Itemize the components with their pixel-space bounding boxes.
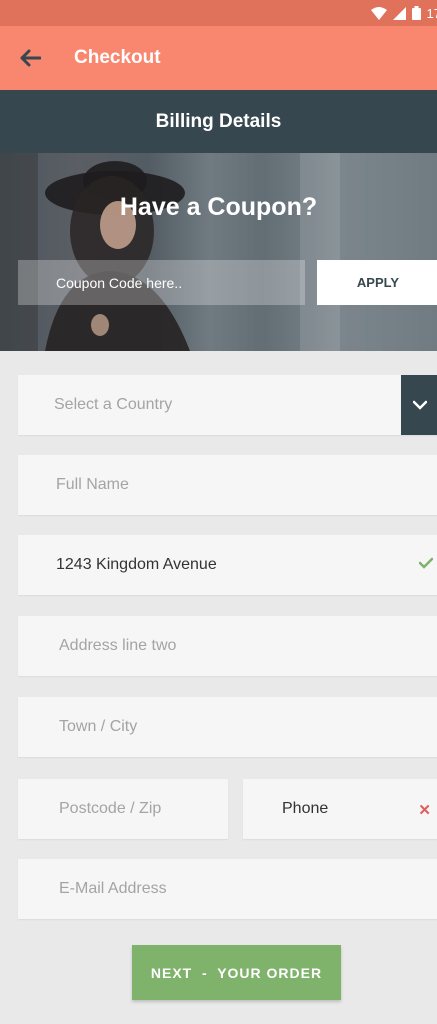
postcode-field[interactable]: Postcode / Zip xyxy=(18,779,228,839)
next-your-order-button[interactable]: NEXT - YOUR ORDER xyxy=(132,945,341,1000)
country-select[interactable]: Select a Country xyxy=(18,375,437,435)
next-button-label: NEXT - YOUR ORDER xyxy=(150,964,323,981)
wifi-icon xyxy=(370,6,387,20)
phone-value: Phone xyxy=(282,800,329,817)
country-dropdown-button[interactable] xyxy=(401,375,437,435)
coupon-code-input[interactable]: Coupon Code here.. xyxy=(18,260,305,305)
coupon-heading: Have a Coupon? xyxy=(119,193,318,221)
full-name-placeholder: Full Name xyxy=(56,476,129,493)
woman-in-hat-photo xyxy=(0,153,340,351)
back-button[interactable] xyxy=(0,26,60,90)
phone-field[interactable]: Phone ✕ xyxy=(243,779,437,839)
address-line-one-value: 1243 Kingdom Avenue xyxy=(56,556,217,573)
town-city-field[interactable]: Town / City xyxy=(18,697,437,757)
postcode-placeholder: Postcode / Zip xyxy=(59,800,162,817)
country-placeholder: Select a Country xyxy=(54,396,173,413)
coupon-banner: Have a Coupon? Coupon Code here.. APPLY xyxy=(0,153,437,351)
status-icons: 17 xyxy=(370,4,437,22)
apply-button[interactable]: APPLY xyxy=(317,260,437,305)
battery-icon xyxy=(411,6,421,20)
full-name-field[interactable]: Full Name xyxy=(18,455,437,515)
back-arrow-icon xyxy=(20,49,41,67)
email-field[interactable]: E-Mail Address xyxy=(18,859,437,919)
app-title: Checkout xyxy=(74,47,161,68)
status-bar: 17 xyxy=(0,0,437,26)
signal-icon xyxy=(392,6,406,20)
town-city-placeholder: Town / City xyxy=(59,718,138,735)
check-icon xyxy=(419,557,433,569)
address-line-two-placeholder: Address line two xyxy=(59,637,177,654)
status-time: 17 xyxy=(426,5,437,21)
address-line-one-field[interactable]: 1243 Kingdom Avenue xyxy=(18,535,437,595)
email-placeholder: E-Mail Address xyxy=(59,880,167,897)
address-line-two-field[interactable]: Address line two xyxy=(18,616,437,676)
app-bar: Checkout xyxy=(0,26,437,90)
close-icon: ✕ xyxy=(418,802,431,819)
chevron-down-icon xyxy=(413,400,427,410)
section-title: Billing Details xyxy=(0,90,437,153)
